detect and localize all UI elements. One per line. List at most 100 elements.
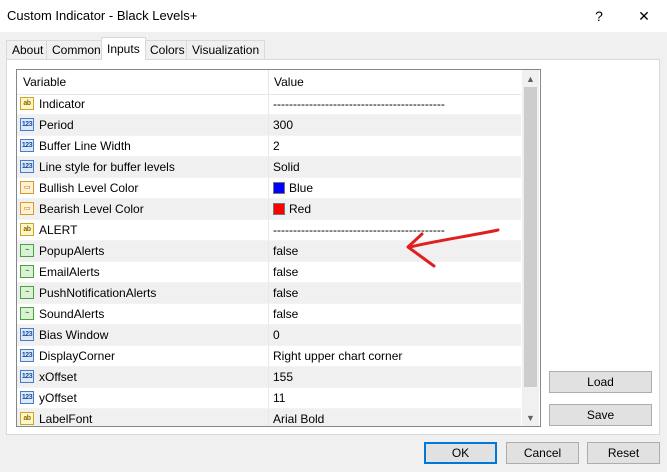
color-type-icon: ▭	[20, 181, 34, 194]
column-divider	[268, 94, 269, 114]
column-divider	[268, 157, 269, 177]
tab-about[interactable]: About	[6, 40, 50, 59]
color-name: Red	[289, 202, 312, 216]
variable-name: EmailAlerts	[39, 265, 100, 279]
column-divider	[268, 409, 269, 426]
string-type-icon: ab	[20, 412, 34, 425]
variable-value[interactable]: 300	[273, 115, 293, 135]
variable-value[interactable]: 11	[273, 388, 285, 408]
variable-name: yOffset	[39, 391, 77, 405]
color-swatch	[273, 182, 285, 194]
table-row[interactable]: ab Indicator -----------------------------…	[17, 94, 521, 115]
column-divider	[268, 115, 269, 135]
table-row[interactable]: ab LabelFont Arial Bold	[17, 409, 521, 426]
grid-header: Variable Value	[17, 70, 521, 95]
integer-type-icon: 123	[20, 328, 34, 341]
string-type-icon: ab	[20, 97, 34, 110]
variable-value[interactable]: false	[273, 283, 298, 303]
table-row[interactable]: 123 Bias Window 0	[17, 325, 521, 346]
variable-value[interactable]: Right upper chart corner	[273, 346, 402, 366]
cancel-button[interactable]: Cancel	[506, 442, 579, 464]
vertical-scrollbar[interactable]: ▲ ▼	[522, 70, 539, 426]
integer-type-icon: 123	[20, 160, 34, 173]
close-button[interactable]: ✕	[621, 0, 667, 32]
table-row[interactable]: 123 DisplayCorner Right upper chart corner	[17, 346, 521, 367]
variable-value[interactable]: 155	[273, 367, 293, 387]
variable-name: Indicator	[39, 97, 86, 111]
color-swatch	[273, 203, 285, 215]
variable-name: PopupAlerts	[39, 244, 105, 258]
header-variable[interactable]: Variable	[23, 70, 66, 94]
tab-common[interactable]: Common	[46, 40, 107, 59]
annotation-arrow-icon	[406, 228, 500, 268]
color-type-icon: ▭	[20, 202, 34, 215]
table-row[interactable]: 123 Period 300	[17, 115, 521, 136]
variable-value[interactable]: false	[273, 262, 298, 282]
variable-value[interactable]: 0	[273, 325, 280, 345]
column-divider	[268, 199, 269, 219]
variable-name: DisplayCorner	[39, 349, 116, 363]
table-row[interactable]: ~ SoundAlerts false	[17, 304, 521, 325]
variable-name: PushNotificationAlerts	[39, 286, 157, 300]
reset-button[interactable]: Reset	[587, 442, 660, 464]
ok-button[interactable]: OK	[424, 442, 497, 464]
scroll-thumb[interactable]	[524, 87, 537, 387]
integer-type-icon: 123	[20, 349, 34, 362]
variable-value[interactable]: Solid	[273, 157, 300, 177]
tab-colors[interactable]: Colors	[144, 40, 191, 59]
variable-name: Line style for buffer levels	[39, 160, 175, 174]
column-divider	[268, 136, 269, 156]
string-type-icon: ab	[20, 223, 34, 236]
integer-type-icon: 123	[20, 118, 34, 131]
close-icon: ✕	[638, 7, 650, 24]
column-divider	[268, 220, 269, 240]
column-divider	[268, 178, 269, 198]
column-divider	[268, 262, 269, 282]
variable-value[interactable]: false	[273, 241, 298, 261]
table-row[interactable]: 123 Line style for buffer levels Solid	[17, 157, 521, 178]
boolean-type-icon: ~	[20, 265, 34, 278]
help-icon: ?	[595, 8, 603, 24]
table-row[interactable]: 123 yOffset 11	[17, 388, 521, 409]
color-name: Blue	[289, 181, 314, 195]
boolean-type-icon: ~	[20, 307, 34, 320]
variable-name: ALERT	[39, 223, 78, 237]
variable-name: SoundAlerts	[39, 307, 105, 321]
integer-type-icon: 123	[20, 391, 34, 404]
help-button[interactable]: ?	[576, 0, 622, 32]
variable-name: Bias Window	[39, 328, 109, 342]
variable-name: Buffer Line Width	[39, 139, 131, 153]
table-row[interactable]: ▭ Bullish Level Color Blue	[17, 178, 521, 199]
tab-inputs[interactable]: Inputs	[101, 37, 146, 60]
variable-value[interactable]: Arial Bold	[273, 409, 324, 426]
variable-name: Bearish Level Color	[39, 202, 144, 216]
column-divider	[268, 241, 269, 261]
column-divider	[268, 283, 269, 303]
integer-type-icon: 123	[20, 370, 34, 383]
save-button[interactable]: Save	[549, 404, 652, 426]
table-row[interactable]: 123 xOffset 155	[17, 367, 521, 388]
scroll-up-icon[interactable]: ▲	[522, 70, 539, 87]
variable-name: xOffset	[39, 370, 77, 384]
column-divider	[268, 346, 269, 366]
tab-visualization[interactable]: Visualization	[186, 40, 266, 59]
variable-name: Bullish Level Color	[39, 181, 139, 195]
load-button[interactable]: Load	[549, 371, 652, 393]
variable-name: LabelFont	[39, 412, 93, 426]
title-bar: Custom Indicator - Black Levels+ ? ✕	[0, 0, 667, 32]
table-row[interactable]: 123 Buffer Line Width 2	[17, 136, 521, 157]
variable-value[interactable]: ----------------------------------------…	[273, 94, 445, 114]
header-divider[interactable]	[268, 70, 269, 94]
column-divider	[268, 304, 269, 324]
integer-type-icon: 123	[20, 139, 34, 152]
table-row[interactable]: ~ PushNotificationAlerts false	[17, 283, 521, 304]
variable-value[interactable]: false	[273, 304, 298, 324]
table-row[interactable]: ▭ Bearish Level Color Red	[17, 199, 521, 220]
scroll-down-icon[interactable]: ▼	[522, 409, 539, 426]
boolean-type-icon: ~	[20, 286, 34, 299]
column-divider	[268, 325, 269, 345]
variable-name: Period	[39, 118, 74, 132]
header-value[interactable]: Value	[274, 70, 304, 94]
variable-value[interactable]: 2	[273, 136, 280, 156]
window-title: Custom Indicator - Black Levels+	[7, 8, 198, 23]
